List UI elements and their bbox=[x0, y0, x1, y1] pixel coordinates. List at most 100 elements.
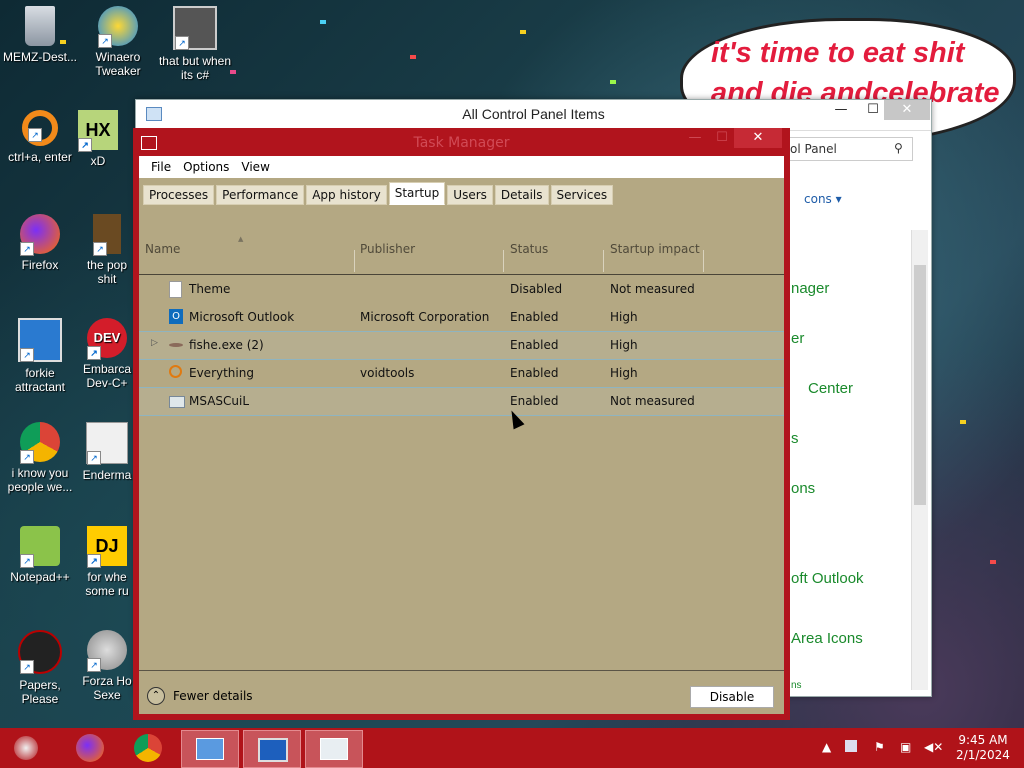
control-panel-titlebar[interactable]: All Control Panel Items — ☐ ✕ bbox=[136, 100, 931, 131]
tab-bar: Processes Performance App history Startu… bbox=[143, 182, 615, 205]
desktop-icon-memz[interactable]: MEMZ-Dest... bbox=[0, 0, 80, 64]
table-row[interactable]: MSASCuiL Enabled Not measured bbox=[139, 387, 784, 416]
dj-icon: DJ ↗ bbox=[87, 526, 127, 568]
maximize-button[interactable]: ☐ bbox=[711, 128, 733, 148]
minimize-button[interactable]: — bbox=[824, 100, 858, 120]
row-name: Everything bbox=[189, 366, 254, 380]
cp-link-4[interactable]: s bbox=[791, 430, 799, 447]
desktop-icon-papers[interactable]: ↗ Papers, Please bbox=[0, 624, 80, 706]
desktop-icon-label: Notepad++ bbox=[10, 570, 70, 584]
papers-please-icon: ↗ bbox=[18, 630, 62, 674]
desktop-icon-popshit[interactable]: ↗ the pop shit bbox=[78, 208, 136, 286]
table-row[interactable]: Everything voidtools Enabled High bbox=[139, 360, 784, 387]
column-header-publisher[interactable]: Publisher bbox=[360, 242, 415, 260]
taskbar-chrome[interactable] bbox=[120, 730, 176, 766]
task-manager-footer: ⌃ Fewer details Disable bbox=[139, 670, 784, 715]
column-header-name[interactable]: Name bbox=[145, 242, 180, 260]
taskbar-firefox[interactable] bbox=[62, 730, 118, 766]
desktop-icon-firefox[interactable]: ↗ Firefox bbox=[0, 208, 80, 272]
control-panel-scrollbar[interactable] bbox=[911, 230, 928, 690]
desktop-icon-label: Winaero Tweaker bbox=[95, 50, 141, 78]
cp-link-1[interactable]: nager bbox=[791, 280, 829, 297]
notepadpp-icon: ↗ bbox=[20, 526, 60, 568]
tray-overflow-icon[interactable]: ▲ bbox=[822, 740, 831, 754]
taskbar-clock[interactable]: 9:45 AM 2/1/2024 bbox=[948, 733, 1018, 763]
row-impact: High bbox=[610, 366, 638, 380]
taskbar-monitor-app[interactable] bbox=[243, 730, 301, 768]
desktop-icon-notepadpp[interactable]: ↗ Notepad++ bbox=[0, 520, 80, 584]
row-name: Microsoft Outlook bbox=[189, 310, 295, 324]
app-icon: ↗ bbox=[93, 214, 121, 256]
monitor-icon bbox=[258, 738, 288, 762]
fewer-details-button[interactable]: ⌃ Fewer details bbox=[147, 687, 253, 705]
desktop-icon-devcpp[interactable]: DEV ↗ Embarca Dev-C+ bbox=[78, 312, 136, 390]
taskbar-control-panel[interactable] bbox=[181, 730, 239, 768]
desktop-icon-thatbut[interactable]: ↗ that but when its c# bbox=[155, 0, 235, 82]
cp-link-6[interactable]: oft Outlook bbox=[791, 570, 864, 587]
cp-link-7[interactable]: Area Icons bbox=[791, 630, 863, 647]
cp-link-8[interactable]: ns bbox=[791, 680, 802, 691]
chevron-up-icon: ⌃ bbox=[147, 687, 165, 705]
tab-app-history[interactable]: App history bbox=[306, 185, 387, 205]
menu-options[interactable]: Options bbox=[177, 160, 235, 174]
table-row[interactable]: ▷ fishe.exe (2) Enabled High bbox=[139, 331, 784, 360]
desktop-icon-label: xD bbox=[90, 154, 106, 168]
desktop-icon-forkie[interactable]: ↗ forkie attractant bbox=[0, 312, 80, 394]
start-button[interactable] bbox=[8, 730, 44, 766]
tab-services[interactable]: Services bbox=[550, 185, 614, 205]
header-separator bbox=[139, 274, 784, 275]
devcpp-icon: DEV ↗ bbox=[87, 318, 127, 360]
close-button[interactable]: ✕ bbox=[884, 100, 930, 120]
disable-button[interactable]: Disable bbox=[690, 686, 774, 708]
desktop-icon-forza[interactable]: ↗ Forza Ho Sexe bbox=[78, 624, 136, 702]
tab-users[interactable]: Users bbox=[447, 185, 493, 205]
column-header-status[interactable]: Status bbox=[510, 242, 548, 260]
search-input-text: ol Panel bbox=[790, 142, 837, 156]
desktop-icon-forwhe[interactable]: DJ ↗ for whe some ru bbox=[78, 520, 136, 598]
desktop-icon-xd[interactable]: HX ↗ xD bbox=[78, 104, 118, 168]
taskbar-task-manager[interactable] bbox=[305, 730, 363, 768]
control-panel-search-input[interactable]: ol Panel ⚲ bbox=[781, 137, 913, 161]
desktop-icon-label: MEMZ-Dest... bbox=[3, 50, 77, 64]
close-button[interactable]: ✕ bbox=[734, 128, 782, 148]
volume-muted-icon[interactable]: ◀✕ bbox=[924, 740, 943, 754]
clock-date: 2/1/2024 bbox=[956, 748, 1010, 762]
row-status: Disabled bbox=[510, 282, 563, 296]
expand-chevron-icon[interactable]: ▷ bbox=[151, 338, 158, 348]
desktop-icon-winaero[interactable]: ↗ Winaero Tweaker bbox=[78, 0, 158, 78]
desktop-icon-label: Embarca Dev-C+ bbox=[82, 362, 132, 390]
minimize-button[interactable]: — bbox=[683, 128, 707, 148]
task-manager-window[interactable]: Task Manager — ☐ ✕ File Options View Pro… bbox=[133, 128, 790, 720]
flag-icon[interactable]: ⚑ bbox=[874, 740, 885, 754]
desktop-icon-chrome[interactable]: ↗ i know you people we... bbox=[0, 416, 80, 494]
menu-view[interactable]: View bbox=[235, 160, 275, 174]
network-icon[interactable]: ▣ bbox=[900, 740, 911, 754]
desktop-icon-ctrla[interactable]: ↗ ctrl+a, enter bbox=[0, 104, 80, 164]
row-status: Enabled bbox=[510, 338, 559, 352]
winaero-icon: ↗ bbox=[98, 6, 138, 48]
tab-startup[interactable]: Startup bbox=[388, 182, 446, 205]
row-impact: Not measured bbox=[610, 282, 695, 296]
desktop-icon-enderma[interactable]: ↗ Enderma bbox=[78, 416, 136, 482]
tab-details[interactable]: Details bbox=[494, 185, 549, 205]
column-divider bbox=[503, 250, 504, 272]
desktop-icon-label: Enderma bbox=[82, 468, 132, 482]
start-orb-icon bbox=[14, 736, 38, 760]
desktop-icon-label: that but when its c# bbox=[158, 54, 232, 82]
tray-display-icon[interactable] bbox=[845, 740, 857, 752]
tab-performance[interactable]: Performance bbox=[216, 185, 305, 205]
tab-processes[interactable]: Processes bbox=[143, 185, 215, 205]
table-row[interactable]: Theme Disabled Not measured bbox=[139, 276, 784, 303]
scrollbar-thumb[interactable] bbox=[914, 265, 926, 505]
table-row[interactable]: O Microsoft Outlook Microsoft Corporatio… bbox=[139, 304, 784, 331]
task-manager-body: File Options View Processes Performance … bbox=[139, 156, 784, 714]
desktop-icon-label: forkie attractant bbox=[14, 366, 66, 394]
cp-link-3[interactable]: Center bbox=[808, 380, 853, 397]
cp-link-2[interactable]: er bbox=[791, 330, 804, 347]
view-by-dropdown[interactable]: cons ▾ bbox=[804, 192, 842, 206]
menu-file[interactable]: File bbox=[145, 160, 177, 174]
column-header-startup-impact[interactable]: Startup impact bbox=[610, 242, 700, 260]
task-manager-titlebar[interactable]: Task Manager — ☐ ✕ bbox=[133, 128, 790, 156]
row-impact: High bbox=[610, 310, 638, 324]
cp-link-5[interactable]: ons bbox=[791, 480, 815, 497]
